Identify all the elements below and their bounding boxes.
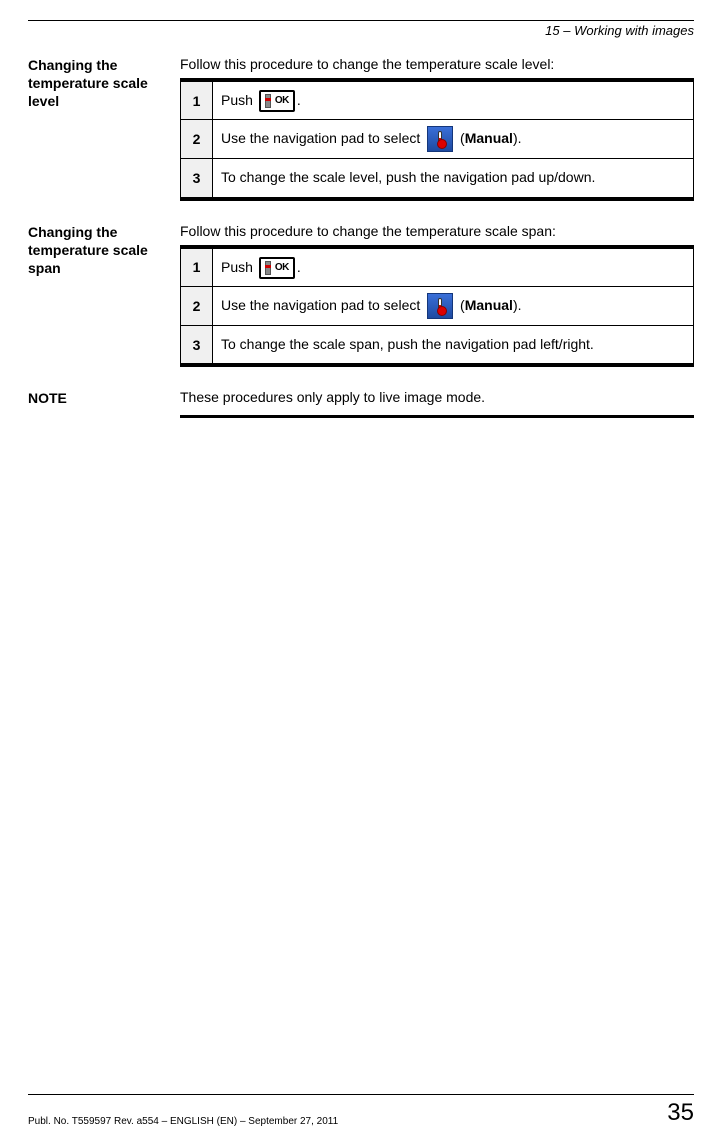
step-text-post: ( xyxy=(456,297,465,313)
ok-button-icon: OK xyxy=(259,90,295,112)
table-bottom-rule xyxy=(180,364,694,367)
chapter-header: 15 – Working with images xyxy=(28,23,694,38)
page-number: 35 xyxy=(667,1099,694,1127)
step-text-pre: Use the navigation pad to select xyxy=(221,130,424,146)
step-text-post2: ). xyxy=(513,297,522,313)
step-desc: Push OK. xyxy=(213,82,694,120)
section-content: Follow this procedure to change the temp… xyxy=(180,56,694,215)
step-number: 3 xyxy=(181,159,213,197)
footer-row: Publ. No. T559597 Rev. a554 – ENGLISH (E… xyxy=(28,1099,694,1127)
page-footer: Publ. No. T559597 Rev. a554 – ENGLISH (E… xyxy=(28,1094,694,1127)
table-row: 1 Push OK. xyxy=(181,82,694,120)
step-desc: Use the navigation pad to select (Manual… xyxy=(213,286,694,325)
table-row: 2 Use the navigation pad to select (Manu… xyxy=(181,120,694,159)
manual-label: Manual xyxy=(465,130,513,146)
step-number: 1 xyxy=(181,248,213,286)
step-number: 3 xyxy=(181,326,213,364)
intro-text: Follow this procedure to change the temp… xyxy=(180,56,694,72)
step-desc: Use the navigation pad to select (Manual… xyxy=(213,120,694,159)
table-bottom-rule xyxy=(180,198,694,201)
publication-info: Publ. No. T559597 Rev. a554 – ENGLISH (E… xyxy=(28,1116,338,1127)
section-sidebar-label: Changing the temperature scale span xyxy=(28,223,180,382)
note-content: These procedures only apply to live imag… xyxy=(180,389,694,411)
thermometer-icon xyxy=(438,131,442,147)
ok-text: OK xyxy=(275,92,289,110)
footer-rule xyxy=(28,1094,694,1095)
section-scale-level: Changing the temperature scale level Fol… xyxy=(28,56,694,215)
steps-table: 1 Push OK. 2 Use the navigation pad to s… xyxy=(180,81,694,198)
section-sidebar-label: Changing the temperature scale level xyxy=(28,56,180,215)
step-text-pre: Use the navigation pad to select xyxy=(221,297,424,313)
intro-text: Follow this procedure to change the temp… xyxy=(180,223,694,239)
header-rule xyxy=(28,20,694,21)
step-text-post2: ). xyxy=(513,130,522,146)
section-content: Follow this procedure to change the temp… xyxy=(180,223,694,382)
step-text-pre: Push xyxy=(221,259,257,275)
ok-text: OK xyxy=(275,259,289,277)
table-row: 2 Use the navigation pad to select (Manu… xyxy=(181,286,694,325)
step-number: 2 xyxy=(181,120,213,159)
slider-icon xyxy=(265,94,271,108)
step-desc: To change the scale span, push the navig… xyxy=(213,326,694,364)
note-section: NOTE These procedures only apply to live… xyxy=(28,389,694,411)
step-text-pre: Push xyxy=(221,92,257,108)
manual-label: Manual xyxy=(465,297,513,313)
step-number: 2 xyxy=(181,286,213,325)
step-desc: To change the scale level, push the navi… xyxy=(213,159,694,197)
step-text-post: . xyxy=(297,259,301,275)
step-number: 1 xyxy=(181,82,213,120)
note-rule xyxy=(180,415,694,418)
table-row: 3 To change the scale level, push the na… xyxy=(181,159,694,197)
ok-button-icon: OK xyxy=(259,257,295,279)
steps-table: 1 Push OK. 2 Use the navigation pad to s… xyxy=(180,248,694,365)
step-desc: Push OK. xyxy=(213,248,694,286)
table-row: 1 Push OK. xyxy=(181,248,694,286)
section-scale-span: Changing the temperature scale span Foll… xyxy=(28,223,694,382)
manual-thermometer-icon xyxy=(427,293,453,319)
manual-thermometer-icon xyxy=(427,126,453,152)
step-text-post: . xyxy=(297,92,301,108)
table-row: 3 To change the scale span, push the nav… xyxy=(181,326,694,364)
note-label: NOTE xyxy=(28,389,180,411)
note-text: These procedures only apply to live imag… xyxy=(180,389,694,405)
thermometer-icon xyxy=(438,298,442,314)
slider-icon xyxy=(265,261,271,275)
step-text-post: ( xyxy=(456,130,465,146)
